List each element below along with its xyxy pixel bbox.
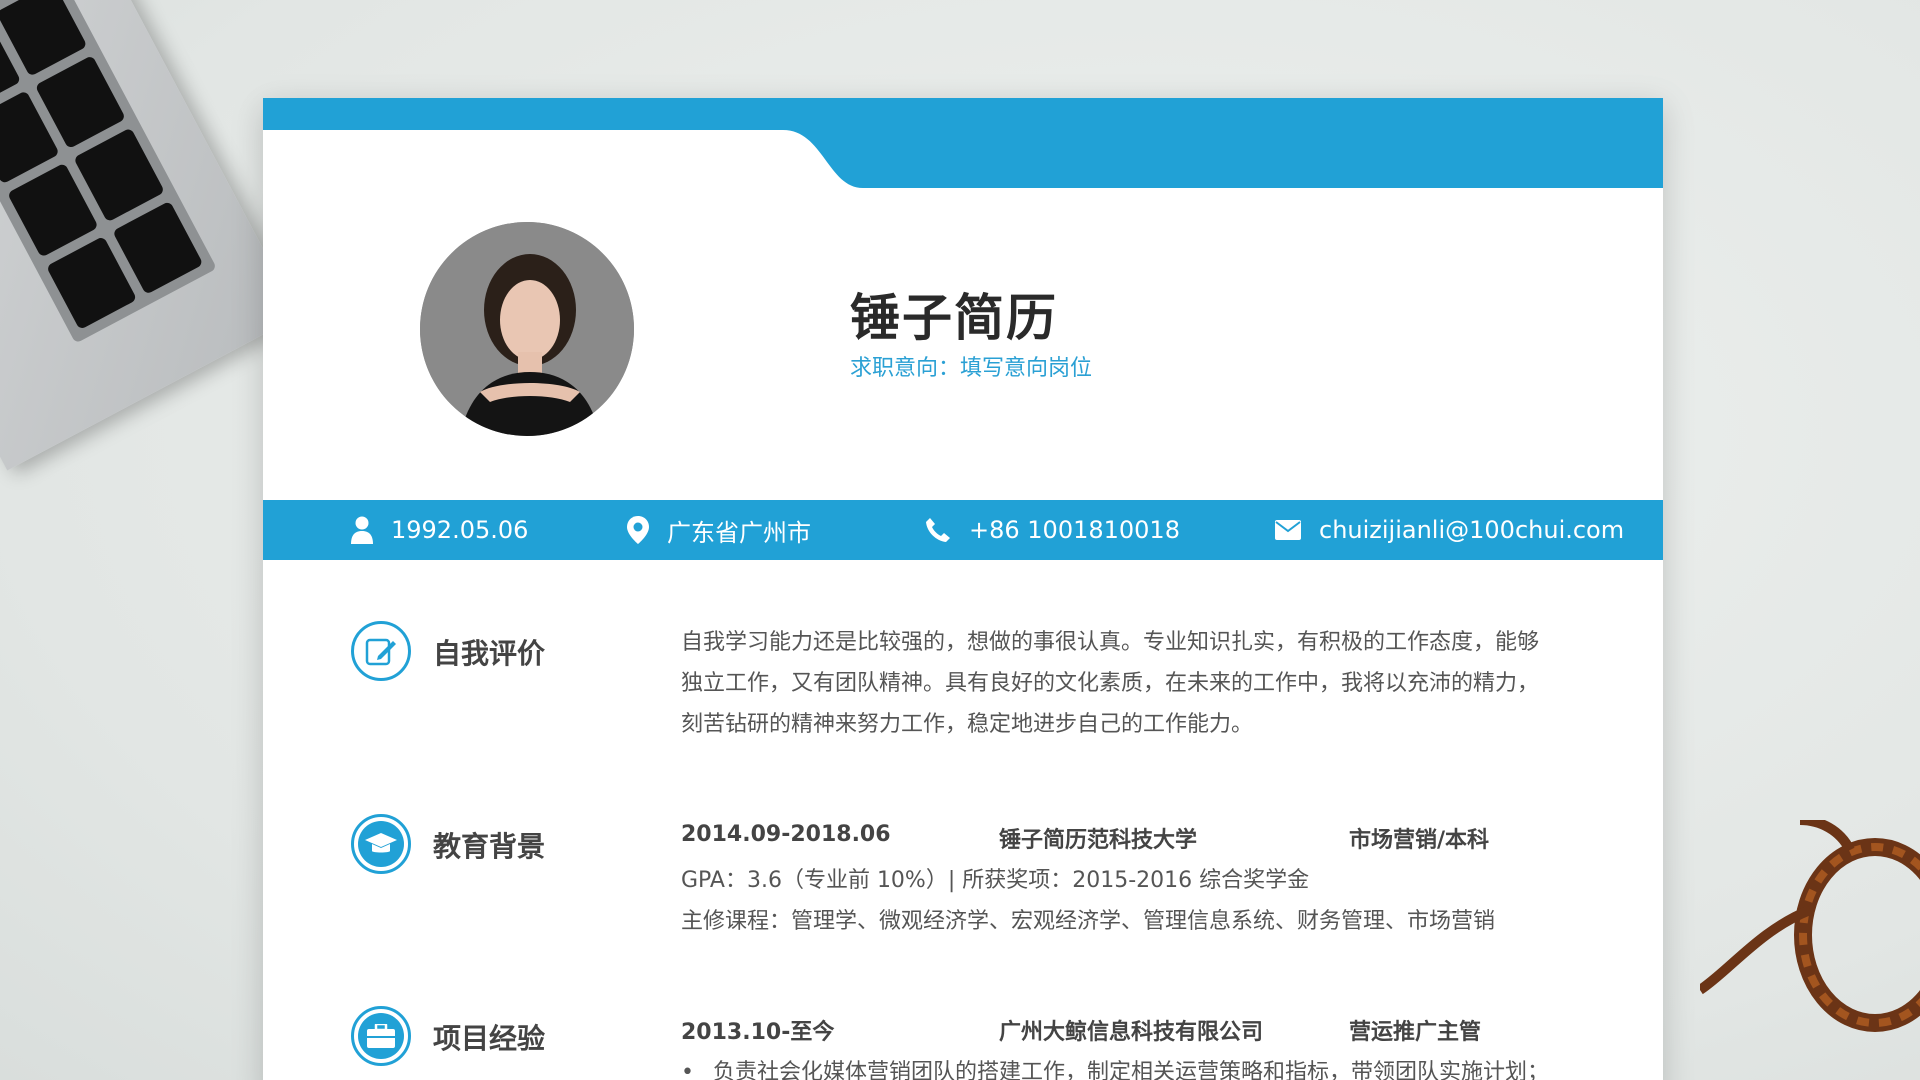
- phone-number: +86 1001810018: [969, 516, 1180, 544]
- graduation-cap-icon: [365, 833, 397, 853]
- project-section-icon: [351, 1006, 411, 1066]
- phone-info: +86 1001810018: [925, 500, 1180, 560]
- person-icon: [351, 516, 373, 544]
- project-title: 项目经验: [433, 1022, 546, 1055]
- resume-name: 锤子简历: [850, 289, 1058, 347]
- envelope-icon: [1275, 520, 1301, 540]
- location-text: 广东省广州市: [667, 518, 811, 547]
- project-bullet: • 负责社会化媒体营销团队的搭建工作，制定相关运营策略和指标，带领团队实施计划；: [681, 1054, 1549, 1080]
- education-period: 2014.09-2018.06: [681, 822, 891, 847]
- education-title: 教育背景: [433, 830, 546, 863]
- project-bullet-text: 负责社会化媒体营销团队的搭建工作，制定相关运营策略和指标，带领团队实施计划；: [713, 1060, 1550, 1080]
- birth-info: 1992.05.06: [351, 500, 528, 560]
- glasses-icon: [1700, 820, 1920, 1032]
- self-eval-line: 独立工作，又有团队精神。具有良好的文化素质，在未来的工作中，我将以充沛的精力，: [681, 671, 1540, 696]
- education-icon-circle: [358, 821, 404, 867]
- project-icon-circle: [358, 1013, 404, 1059]
- avatar: [420, 222, 634, 436]
- briefcase-icon: [367, 1024, 395, 1048]
- location-info: 广东省广州市: [627, 500, 811, 560]
- birth-date: 1992.05.06: [391, 516, 529, 544]
- education-courses: 主修课程：管理学、微观经济学、宏观经济学、管理信息系统、财务管理、市场营销: [681, 909, 1496, 934]
- self-eval-text: 自我学习能力还是比较强的，想做的事很认真。专业知识扎实，有积极的工作态度，能够 …: [681, 622, 1611, 745]
- bullet-dot: •: [681, 1060, 694, 1080]
- header-band: [263, 98, 1663, 188]
- email-address: chuizijianli@100chui.com: [1319, 516, 1625, 544]
- email-info: chuizijianli@100chui.com: [1275, 500, 1624, 560]
- avatar-portrait-icon: [420, 222, 634, 436]
- project-period: 2013.10-至今: [681, 1020, 835, 1045]
- self-eval-line: 自我学习能力还是比较强的，想做的事很认真。专业知识扎实，有积极的工作态度，能够: [681, 630, 1540, 655]
- job-intent: 求职意向：填写意向岗位: [850, 356, 1093, 381]
- location-pin-icon: [627, 516, 649, 544]
- education-school: 锤子简历范科技大学: [999, 828, 1198, 853]
- education-section-icon: [351, 814, 411, 874]
- resume-paper: 锤子简历 求职意向：填写意向岗位 1992.05.06 广东省广州市 +86 1…: [263, 98, 1663, 1080]
- self-eval-section-icon: [351, 621, 411, 681]
- education-gpa: GPA：3.6（专业前 10%）| 所获奖项：2015-2016 综合奖学金: [681, 868, 1310, 893]
- education-major: 市场营销/本科: [1349, 828, 1490, 853]
- project-company: 广州大鲸信息科技有限公司: [999, 1020, 1264, 1045]
- self-eval-line: 刻苦钻研的精神来努力工作，稳定地进步自己的工作能力。: [681, 712, 1254, 737]
- self-eval-title: 自我评价: [433, 637, 546, 670]
- contact-bar: 1992.05.06 广东省广州市 +86 1001810018 chuizij…: [263, 500, 1663, 560]
- edit-icon: [365, 638, 396, 666]
- project-role: 营运推广主管: [1349, 1020, 1482, 1045]
- phone-icon: [926, 518, 950, 542]
